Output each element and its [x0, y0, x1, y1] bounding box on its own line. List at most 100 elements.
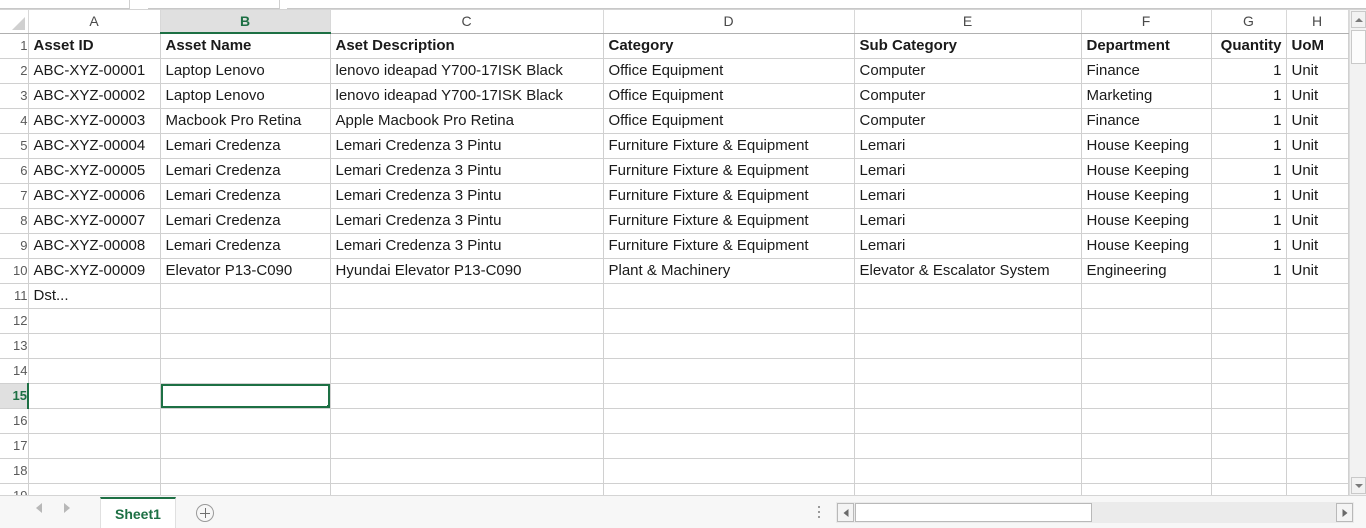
cell-d14[interactable] [603, 358, 854, 383]
cell-f17[interactable] [1081, 433, 1211, 458]
cell-h1[interactable]: UoM [1286, 33, 1348, 58]
sheet-prev-icon[interactable] [36, 503, 42, 513]
cell-d3[interactable]: Office Equipment [603, 83, 854, 108]
cell-g17[interactable] [1211, 433, 1286, 458]
cell-a10[interactable]: ABC-XYZ-00009 [28, 258, 160, 283]
cell-b3[interactable]: Laptop Lenovo [160, 83, 330, 108]
cell-c8[interactable]: Lemari Credenza 3 Pintu [330, 208, 603, 233]
cell-a3[interactable]: ABC-XYZ-00002 [28, 83, 160, 108]
cell-d4[interactable]: Office Equipment [603, 108, 854, 133]
row-header-6[interactable]: 6 [0, 158, 28, 183]
cell-c17[interactable] [330, 433, 603, 458]
sheet-nav-arrows[interactable] [36, 503, 70, 513]
cell-a8[interactable]: ABC-XYZ-00007 [28, 208, 160, 233]
cell-f8[interactable]: House Keeping [1081, 208, 1211, 233]
cell-e10[interactable]: Elevator & Escalator System [854, 258, 1081, 283]
cell-e11[interactable] [854, 283, 1081, 308]
column-header-c[interactable]: C [330, 10, 603, 33]
row-header-17[interactable]: 17 [0, 433, 28, 458]
column-header-h[interactable]: H [1286, 10, 1348, 33]
cell-b18[interactable] [160, 458, 330, 483]
cell-h14[interactable] [1286, 358, 1348, 383]
cell-a17[interactable] [28, 433, 160, 458]
cell-d12[interactable] [603, 308, 854, 333]
cell-f13[interactable] [1081, 333, 1211, 358]
row-header-7[interactable]: 7 [0, 183, 28, 208]
cell-b9[interactable]: Lemari Credenza [160, 233, 330, 258]
cell-c12[interactable] [330, 308, 603, 333]
cell-b6[interactable]: Lemari Credenza [160, 158, 330, 183]
cell-a9[interactable]: ABC-XYZ-00008 [28, 233, 160, 258]
cell-b5[interactable]: Lemari Credenza [160, 133, 330, 158]
cell-f16[interactable] [1081, 408, 1211, 433]
cell-c5[interactable]: Lemari Credenza 3 Pintu [330, 133, 603, 158]
cell-h18[interactable] [1286, 458, 1348, 483]
cell-g13[interactable] [1211, 333, 1286, 358]
row-header-5[interactable]: 5 [0, 133, 28, 158]
worksheet-grid[interactable]: ABCDEFGH1Asset IDAsset NameAset Descript… [0, 10, 1366, 495]
cell-h3[interactable]: Unit [1286, 83, 1348, 108]
cell-a12[interactable] [28, 308, 160, 333]
cell-g6[interactable]: 1 [1211, 158, 1286, 183]
cell-g8[interactable]: 1 [1211, 208, 1286, 233]
cell-h13[interactable] [1286, 333, 1348, 358]
row-header-11[interactable]: 11 [0, 283, 28, 308]
cell-h11[interactable] [1286, 283, 1348, 308]
cell-d5[interactable]: Furniture Fixture & Equipment [603, 133, 854, 158]
cell-e1[interactable]: Sub Category [854, 33, 1081, 58]
cell-d13[interactable] [603, 333, 854, 358]
column-header-g[interactable]: G [1211, 10, 1286, 33]
cell-h6[interactable]: Unit [1286, 158, 1348, 183]
cell-e15[interactable] [854, 383, 1081, 408]
cell-a18[interactable] [28, 458, 160, 483]
cell-d1[interactable]: Category [603, 33, 854, 58]
split-handle-dots-icon[interactable] [818, 506, 821, 519]
cell-g3[interactable]: 1 [1211, 83, 1286, 108]
cell-h15[interactable] [1286, 383, 1348, 408]
cell-g10[interactable]: 1 [1211, 258, 1286, 283]
cell-c7[interactable]: Lemari Credenza 3 Pintu [330, 183, 603, 208]
cell-b15[interactable] [160, 383, 330, 408]
vertical-scrollbar[interactable] [1349, 10, 1366, 495]
cell-g18[interactable] [1211, 458, 1286, 483]
cell-b8[interactable]: Lemari Credenza [160, 208, 330, 233]
cell-e18[interactable] [854, 458, 1081, 483]
cell-h9[interactable]: Unit [1286, 233, 1348, 258]
cell-f4[interactable]: Finance [1081, 108, 1211, 133]
cell-e6[interactable]: Lemari [854, 158, 1081, 183]
cell-f11[interactable] [1081, 283, 1211, 308]
cell-d17[interactable] [603, 433, 854, 458]
cell-c18[interactable] [330, 458, 603, 483]
cell-h17[interactable] [1286, 433, 1348, 458]
row-header-19[interactable]: 19 [0, 483, 28, 495]
row-header-18[interactable]: 18 [0, 458, 28, 483]
scroll-right-button[interactable] [1336, 503, 1353, 522]
cell-f1[interactable]: Department [1081, 33, 1211, 58]
cell-e5[interactable]: Lemari [854, 133, 1081, 158]
scroll-up-button[interactable] [1351, 11, 1366, 28]
cell-h19[interactable] [1286, 483, 1348, 495]
cell-b4[interactable]: Macbook Pro Retina [160, 108, 330, 133]
cell-a16[interactable] [28, 408, 160, 433]
cell-b19[interactable] [160, 483, 330, 495]
cell-f3[interactable]: Marketing [1081, 83, 1211, 108]
cell-d2[interactable]: Office Equipment [603, 58, 854, 83]
cell-e2[interactable]: Computer [854, 58, 1081, 83]
row-header-14[interactable]: 14 [0, 358, 28, 383]
column-header-e[interactable]: E [854, 10, 1081, 33]
cell-d18[interactable] [603, 458, 854, 483]
cell-a4[interactable]: ABC-XYZ-00003 [28, 108, 160, 133]
cell-b14[interactable] [160, 358, 330, 383]
scroll-left-button[interactable] [837, 503, 854, 522]
cell-h5[interactable]: Unit [1286, 133, 1348, 158]
row-header-8[interactable]: 8 [0, 208, 28, 233]
cell-c3[interactable]: lenovo ideapad Y700-17ISK Black [330, 83, 603, 108]
cell-d6[interactable]: Furniture Fixture & Equipment [603, 158, 854, 183]
cell-b2[interactable]: Laptop Lenovo [160, 58, 330, 83]
cell-f18[interactable] [1081, 458, 1211, 483]
cell-c1[interactable]: Aset Description [330, 33, 603, 58]
sheet-next-icon[interactable] [64, 503, 70, 513]
cell-f6[interactable]: House Keeping [1081, 158, 1211, 183]
cell-f2[interactable]: Finance [1081, 58, 1211, 83]
cell-e3[interactable]: Computer [854, 83, 1081, 108]
